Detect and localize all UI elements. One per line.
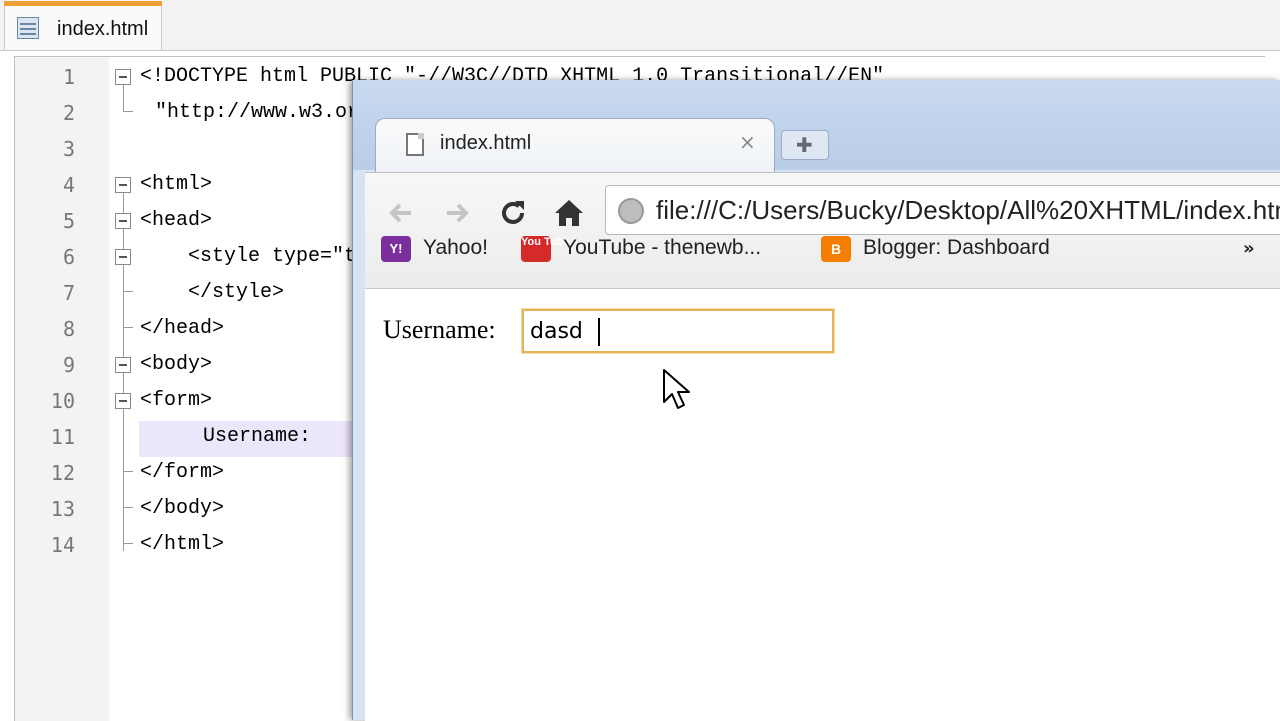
editor-tab-bar: index.html <box>0 0 1280 51</box>
address-bar[interactable]: file:///C:/Users/Bucky/Desktop/All%20XHT… <box>605 185 1280 235</box>
code-text: </html> <box>140 533 225 556</box>
yahoo-icon: Y! <box>381 236 411 262</box>
mouse-pointer-icon <box>663 369 690 409</box>
code-text-highlighted: Username: <box>203 425 312 448</box>
line-number: 11 <box>50 425 75 449</box>
reload-icon <box>502 201 524 224</box>
browser-window: index.html × ✚ file:///C:/Users/Bucky/De… <box>352 80 1280 721</box>
forward-button[interactable] <box>437 193 477 233</box>
page-content: Username: <box>365 288 1280 721</box>
editor-tab-index-html[interactable]: index.html <box>4 1 162 50</box>
bookmark-yahoo[interactable]: Y! Yahoo! <box>381 234 511 264</box>
address-url: file:///C:/Users/Bucky/Desktop/All%20XHT… <box>656 195 1280 225</box>
line-number: 5 <box>62 209 75 233</box>
code-text: <form> <box>140 389 213 412</box>
line-number: 9 <box>62 353 75 377</box>
plus-icon: ✚ <box>796 133 813 157</box>
code-text: </body> <box>140 497 225 520</box>
editor-tab-label: index.html <box>57 18 149 40</box>
line-number: 8 <box>62 317 75 341</box>
back-button[interactable] <box>381 193 421 233</box>
home-icon <box>555 200 583 226</box>
code-text: <body> <box>140 353 213 376</box>
code-text: <head> <box>140 209 213 232</box>
youtube-icon: You Tube <box>521 236 569 262</box>
back-arrow-icon <box>389 203 411 223</box>
new-tab-button[interactable]: ✚ <box>781 130 829 160</box>
line-number: 13 <box>50 497 75 521</box>
code-text: </style> <box>140 281 285 304</box>
line-number: 4 <box>62 173 75 197</box>
home-button[interactable] <box>549 193 589 233</box>
bookmark-label: YouTube - thenewb... <box>563 236 762 259</box>
text-caret <box>598 318 600 346</box>
fold-toggle-icon[interactable] <box>115 357 131 373</box>
browser-toolbar: file:///C:/Users/Bucky/Desktop/All%20XHT… <box>365 172 1280 289</box>
line-number: 2 <box>62 101 75 125</box>
bookmark-label: Yahoo! <box>423 236 488 259</box>
fold-toggle-icon[interactable] <box>115 393 131 409</box>
line-number: 1 <box>62 65 75 89</box>
document-icon <box>17 17 39 39</box>
fold-toggle-icon[interactable] <box>115 69 131 85</box>
line-number: 3 <box>62 137 75 161</box>
username-label: Username: <box>383 315 496 344</box>
browser-tab-index-html[interactable]: index.html × <box>375 118 775 172</box>
blogger-icon: B <box>821 236 851 262</box>
globe-icon <box>618 198 644 224</box>
bookmark-label: Blogger: Dashboard <box>863 236 1050 259</box>
line-number: 7 <box>62 281 75 305</box>
page-icon <box>406 133 424 156</box>
browser-tab-label: index.html <box>440 132 532 154</box>
line-number: 12 <box>50 461 75 485</box>
bookmark-blogger[interactable]: B Blogger: Dashboard <box>821 234 1091 264</box>
username-input[interactable] <box>522 309 834 353</box>
bookmark-youtube[interactable]: You Tube YouTube - thenewb... <box>521 234 811 264</box>
reload-button[interactable] <box>493 193 533 233</box>
line-number: 6 <box>62 245 75 269</box>
forward-arrow-icon <box>447 203 469 223</box>
code-text: <html> <box>140 173 213 196</box>
close-tab-icon[interactable]: × <box>739 130 756 154</box>
more-bookmarks-chevron-icon[interactable]: » <box>1243 238 1255 259</box>
line-number: 14 <box>50 533 75 557</box>
line-number: 10 <box>50 389 75 413</box>
fold-toggle-icon[interactable] <box>115 249 131 265</box>
fold-toggle-icon[interactable] <box>115 177 131 193</box>
fold-toggle-icon[interactable] <box>115 213 131 229</box>
code-text: </form> <box>140 461 225 484</box>
code-text: </head> <box>140 317 225 340</box>
